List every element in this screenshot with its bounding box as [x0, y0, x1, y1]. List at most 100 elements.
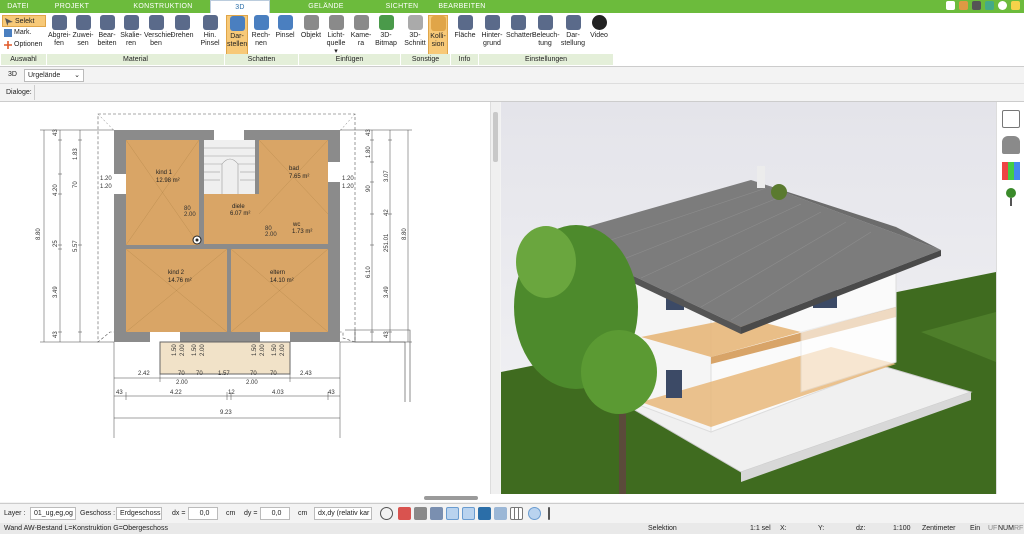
room-label: kind 2: [168, 270, 185, 276]
video-button[interactable]: Video: [588, 15, 610, 57]
dim-bottom: 70: [196, 371, 203, 377]
objekt-button[interactable]: Objekt: [300, 15, 322, 57]
bearbeiten-button[interactable]: Bear-beiten: [96, 15, 118, 57]
button-label: Kame-: [350, 32, 372, 39]
button-label: fen: [54, 40, 64, 47]
3d-canvas[interactable]: [501, 102, 996, 502]
layers-icon[interactable]: [1002, 110, 1020, 128]
tab-bearbeiten[interactable]: BEARBEITEN: [432, 0, 492, 13]
verschieben-button[interactable]: Verschie-ben: [144, 15, 174, 57]
status-scale: 1:100: [893, 525, 911, 532]
left-dim-lines: [40, 129, 114, 343]
rechnen-button[interactable]: Rech-nen: [250, 15, 272, 57]
geschoss-select[interactable]: Erdgeschoss: [116, 507, 162, 520]
button-label: tung: [538, 40, 552, 47]
layer-label: Layer :: [4, 510, 26, 517]
button-label: ren: [125, 40, 137, 47]
darstellung-button[interactable]: Dar-stellung: [560, 15, 586, 57]
layer-select[interactable]: 01_ug,eg,og: [30, 507, 76, 520]
dim-left-total: 8.80: [36, 228, 42, 240]
optionen-button[interactable]: Optionen: [2, 39, 46, 51]
selekt-button[interactable]: Selekt: [2, 15, 46, 27]
tab-projekt[interactable]: PROJEKT: [42, 0, 102, 13]
coordinate-mode-select[interactable]: dx,dy (relativ kar: [314, 507, 372, 520]
snap-icon[interactable]: [414, 507, 427, 520]
hin-pinsel-button[interactable]: Hin. Pinsel: [198, 15, 222, 57]
tab-datei[interactable]: DATEI: [0, 0, 36, 13]
drehen-button[interactable]: Drehen: [170, 15, 194, 57]
help-icon[interactable]: [998, 1, 1007, 10]
button-label: Video: [590, 32, 608, 39]
line-snap-icon[interactable]: [446, 507, 459, 520]
room-label: diele: [232, 204, 245, 210]
materials-icon[interactable]: [1002, 162, 1020, 180]
abgreifen-button[interactable]: Abgrei-fen: [48, 15, 71, 57]
dim-bottom: 70: [178, 371, 185, 377]
kollision-button[interactable]: Kolli-sion: [428, 15, 448, 57]
3d-horizontal-scrollbar[interactable]: [0, 494, 1024, 502]
dim-right: 3.07: [384, 170, 390, 182]
grid-snap-icon[interactable]: [430, 507, 443, 520]
dim-bottom: 4.03: [272, 390, 284, 396]
flaeche-button[interactable]: Fläche: [454, 15, 476, 57]
view-icon[interactable]: [494, 507, 507, 520]
darstellen-button[interactable]: Dar-stellen: [226, 15, 248, 57]
grid-icon[interactable]: [510, 507, 523, 520]
lichtquelle-button[interactable]: Licht-quelle ▾: [324, 15, 348, 57]
dim-left: 43: [53, 129, 59, 136]
tree-icon[interactable]: [1002, 188, 1020, 206]
status-x: X:: [780, 525, 787, 532]
tab-konstruktion[interactable]: KONSTRUKTION: [120, 0, 206, 13]
hintergrund-button[interactable]: Hinter-grund: [480, 15, 504, 57]
clock-icon[interactable]: [380, 507, 393, 520]
record-icon[interactable]: [398, 507, 411, 520]
tree-crown: [516, 226, 576, 298]
scrollbar-thumb[interactable]: [493, 112, 498, 162]
undo-icon[interactable]: [985, 1, 994, 10]
minimize-icon[interactable]: [946, 1, 955, 10]
print-icon[interactable]: [972, 1, 981, 10]
tree-crown: [581, 330, 657, 414]
settings-icon[interactable]: [1011, 1, 1020, 10]
floor-plan-canvas[interactable]: kind 1 12.98 m² bad 7.65 m² diele 6.07 m…: [0, 102, 490, 502]
scrollbar-thumb[interactable]: [424, 496, 478, 500]
plan-scrollbar[interactable]: [490, 102, 500, 502]
dim-window: 1.20: [100, 184, 112, 190]
pinsel-button[interactable]: Pinsel: [274, 15, 296, 57]
dim-left: 1.83: [73, 148, 79, 160]
dim-left: 70: [73, 181, 79, 188]
3d-schnitt-button[interactable]: 3D- Schnitt: [404, 15, 426, 57]
tab-gelaende[interactable]: GELÄNDE: [296, 0, 356, 13]
beleuchtung-button[interactable]: Beleuch-tung: [532, 15, 560, 57]
dim-bottom: 2.42: [138, 371, 150, 377]
group-material: Material: [46, 54, 224, 65]
floor-plan-view[interactable]: kind 1 12.98 m² bad 7.65 m² diele 6.07 m…: [0, 102, 490, 502]
layer-icon[interactable]: [478, 507, 491, 520]
chair-icon[interactable]: [1002, 136, 1020, 154]
status-uf: UF: [988, 525, 998, 532]
kamera-button[interactable]: Kame-ra: [350, 15, 372, 57]
north-icon[interactable]: [528, 507, 541, 520]
button-label: sion: [431, 41, 445, 48]
dim-window: 1.20: [100, 176, 112, 182]
dim-bottom: 2.00: [246, 380, 258, 386]
dy-input[interactable]: 0,0: [260, 507, 290, 520]
svg-text:2.00: 2.00: [280, 344, 286, 356]
angle-snap-icon[interactable]: [462, 507, 475, 520]
3d-bitmap-button[interactable]: 3D- Bitmap: [374, 15, 398, 57]
tab-3d[interactable]: 3D: [210, 0, 270, 13]
zuweisen-button[interactable]: Zuwei-sen: [72, 15, 94, 57]
dx-input[interactable]: 0,0: [188, 507, 218, 520]
button-label: Verschie-: [144, 32, 174, 39]
terrain-select[interactable]: Urgelände ⌄: [24, 69, 84, 82]
3d-view[interactable]: [501, 102, 996, 502]
mark-button[interactable]: Mark.: [2, 27, 46, 39]
button-label: Schnitt: [404, 40, 426, 47]
schatten-button[interactable]: Schatten: [506, 15, 534, 57]
ribbon: Selekt Mark. Optionen Abgrei-fen Zuwei-se…: [0, 13, 1024, 67]
button-label: Bitmap: [375, 40, 397, 47]
skalieren-button[interactable]: Skalie-ren: [120, 15, 142, 57]
save-icon[interactable]: [959, 1, 968, 10]
tab-sichten[interactable]: SICHTEN: [372, 0, 432, 13]
group-sonstige: Sonstige: [400, 54, 450, 65]
